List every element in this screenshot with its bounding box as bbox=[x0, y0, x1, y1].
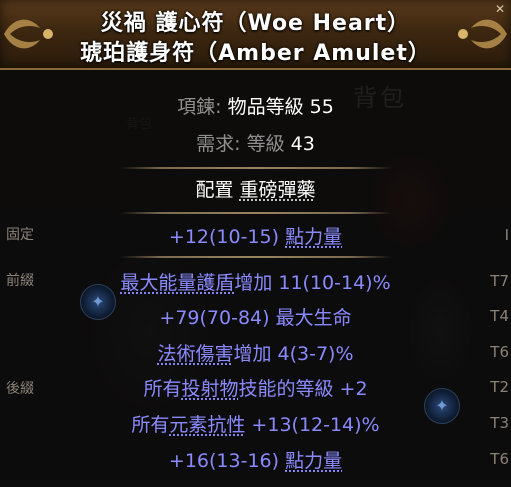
item-level-name: 物品等級 bbox=[227, 96, 304, 118]
mod-text: +79(70-84) 最大生命 bbox=[159, 307, 352, 329]
explicit-mod[interactable]: 所有元素抗性 +13(12-14)% bbox=[0, 410, 511, 437]
mod-text: +13(12-14)% bbox=[245, 414, 380, 436]
item-tooltip-body: 項鍊: 物品等級 55 需求: 等級 43 配置 重磅彈藥 固定 +12(10-… bbox=[0, 70, 511, 487]
mod-tier: T7 bbox=[490, 272, 509, 290]
separator bbox=[120, 167, 392, 169]
item-base-type: 琥珀護身符（Amber Amulet） bbox=[80, 41, 431, 66]
item-class-line: 項鍊: 物品等級 55 bbox=[0, 92, 511, 119]
close-icon[interactable]: ✕ bbox=[493, 2, 507, 16]
explicit-mod[interactable]: 所有投射物技能的等級 +2 bbox=[0, 374, 511, 401]
explicit-mod[interactable]: 最大能量護盾增加 11(10-14)% bbox=[0, 268, 511, 295]
required-level-name: 等級 bbox=[246, 133, 285, 155]
enchant-line: 配置 重磅彈藥 bbox=[0, 175, 511, 202]
implicit-tier: I bbox=[504, 226, 509, 244]
separator bbox=[120, 256, 392, 258]
item-level-value: 55 bbox=[309, 96, 334, 118]
enchant-value[interactable]: 重磅彈藥 bbox=[240, 179, 316, 201]
mod-text: 所有 bbox=[143, 378, 182, 400]
separator bbox=[120, 212, 392, 214]
mod-tier: T6 bbox=[490, 450, 509, 468]
mod-text: +16(13-16) bbox=[168, 450, 286, 472]
mod-tier: T3 bbox=[490, 414, 509, 432]
mod-keyword[interactable]: 法術傷害 bbox=[157, 343, 233, 365]
mod-text: 所有 bbox=[131, 414, 170, 436]
mod-text: 增加 11(10-14)% bbox=[234, 272, 391, 294]
mod-keyword[interactable]: 元素抗性 bbox=[169, 414, 245, 436]
mod-keyword[interactable]: 投射物 bbox=[181, 378, 238, 400]
item-header: 災禍 護心符（Woe Heart） 琥珀護身符（Amber Amulet） ✕ bbox=[0, 0, 511, 70]
item-class-name: 項鍊: bbox=[177, 96, 222, 118]
item-name: 災禍 護心符（Woe Heart） bbox=[100, 11, 411, 36]
explicit-mod[interactable]: +16(13-16) 點力量 bbox=[0, 446, 511, 473]
mod-text: 技能的等級 +2 bbox=[238, 378, 368, 400]
mod-text: +12(10-15) bbox=[168, 226, 286, 248]
required-level-value: 43 bbox=[290, 133, 315, 155]
mod-tier: T2 bbox=[490, 378, 509, 396]
implicit-mod[interactable]: +12(10-15) 點力量 bbox=[0, 222, 511, 249]
explicit-mod[interactable]: 法術傷害增加 4(3-7)% bbox=[0, 339, 511, 366]
explicit-mod[interactable]: +79(70-84) 最大生命 bbox=[0, 303, 511, 330]
mod-tier: T6 bbox=[490, 343, 509, 361]
mod-keyword[interactable]: 點力量 bbox=[285, 226, 342, 248]
requirements-line: 需求: 等級 43 bbox=[0, 129, 511, 156]
enchant-label: 配置 bbox=[195, 179, 234, 201]
mod-text: 增加 4(3-7)% bbox=[233, 343, 354, 365]
mod-tier: T4 bbox=[490, 307, 509, 325]
mod-keyword[interactable]: 最大能量護盾 bbox=[120, 272, 234, 294]
requirements-label: 需求: bbox=[196, 133, 241, 155]
mod-keyword[interactable]: 點力量 bbox=[285, 450, 342, 472]
